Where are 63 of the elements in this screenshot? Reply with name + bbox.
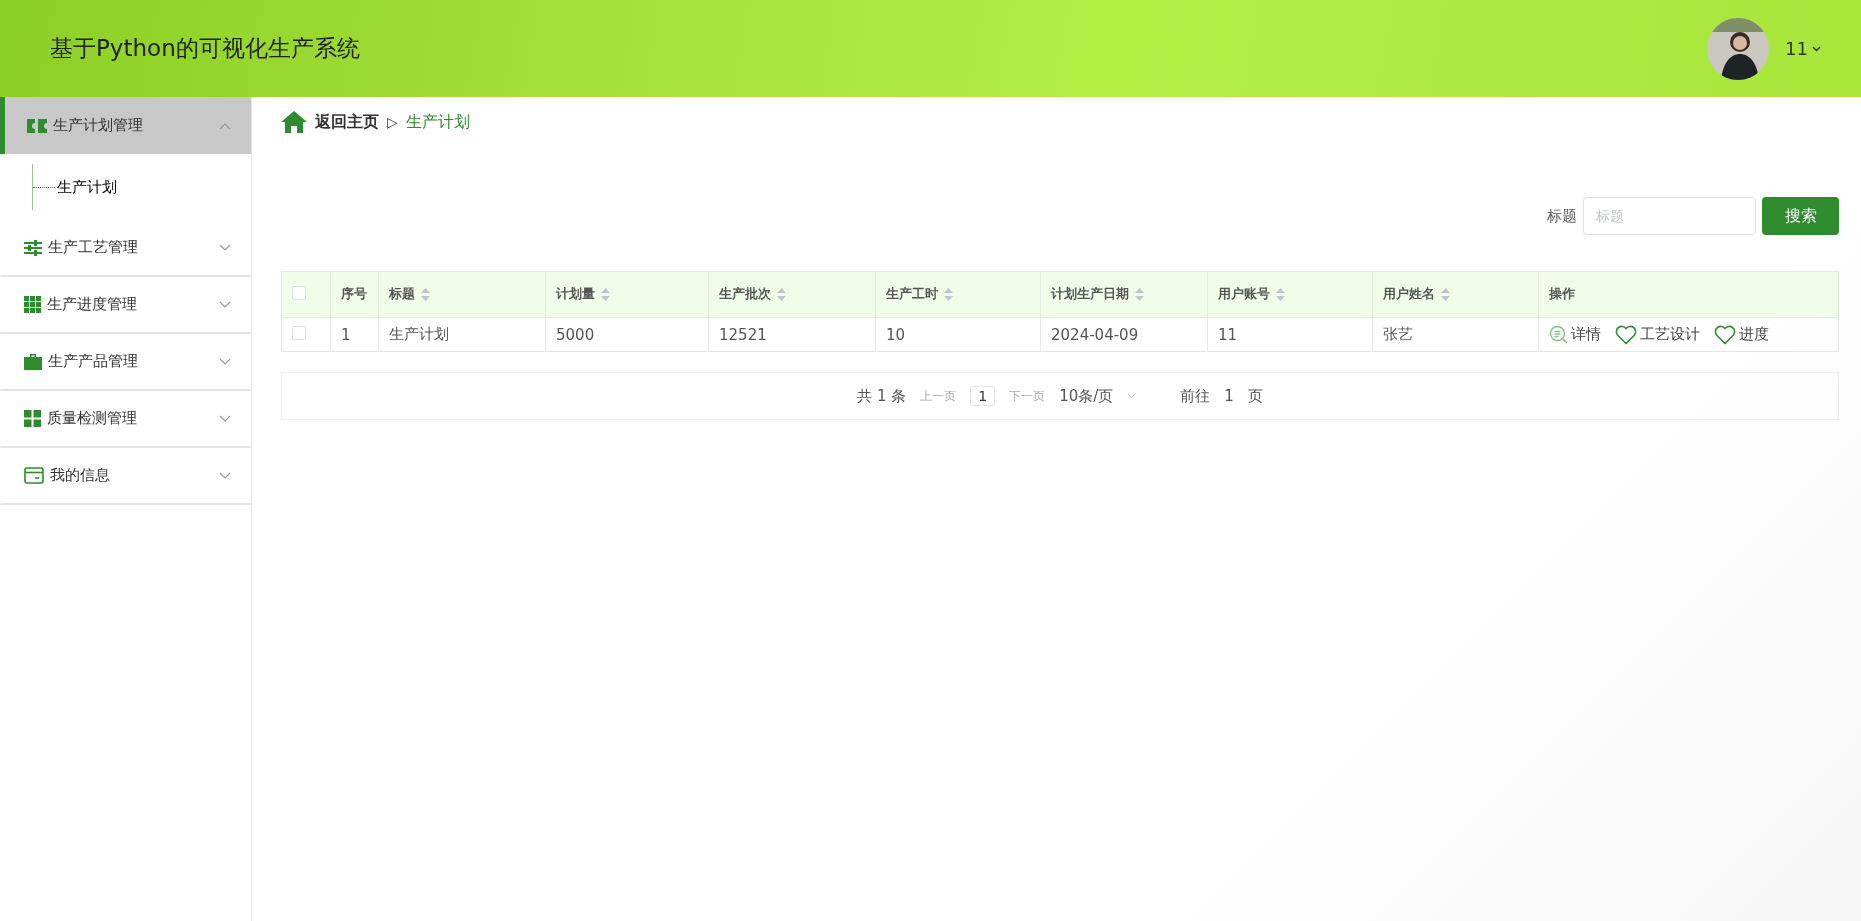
action-link[interactable]: 进度 <box>1714 324 1769 345</box>
home-icon[interactable] <box>281 111 307 133</box>
action-link[interactable]: 工艺设计 <box>1615 324 1700 345</box>
total-count: 共 1 条 <box>857 386 907 406</box>
sort-icon[interactable] <box>777 288 786 301</box>
search-button[interactable]: 搜索 <box>1762 197 1839 235</box>
sort-icon[interactable] <box>1135 288 1144 301</box>
table-cell: 2024-04-09 <box>1051 325 1139 344</box>
column-header: 操作 <box>1549 286 1575 303</box>
column-header: 生产批次 <box>719 286 771 303</box>
column-header: 标题 <box>389 286 415 303</box>
search-label: 标题 <box>1547 206 1577 226</box>
card-icon <box>24 467 44 484</box>
sort-icon[interactable] <box>1276 288 1285 301</box>
table-cell: 10 <box>886 325 906 344</box>
app-title: 基于Python的可视化生产系统 <box>50 34 360 63</box>
chevron-down-icon <box>1812 45 1821 52</box>
grid-icon <box>24 410 41 427</box>
chevron-up-icon <box>219 121 231 130</box>
submenu-item[interactable]: 生产计划 <box>57 177 117 197</box>
breadcrumb-separator: ▷ <box>387 114 398 130</box>
row-checkbox[interactable] <box>292 325 306 340</box>
search-list-icon <box>1549 325 1568 344</box>
ticket-icon <box>27 118 47 133</box>
column-header: 计划量 <box>556 286 595 303</box>
grid-icon <box>24 296 41 313</box>
chevron-down-icon <box>219 300 231 309</box>
chevron-down-icon <box>219 243 231 252</box>
briefcase-icon <box>24 353 42 370</box>
heart-icon <box>1714 324 1736 345</box>
sort-icon[interactable] <box>944 288 953 301</box>
column-header: 计划生产日期 <box>1051 286 1129 303</box>
column-header: 用户账号 <box>1218 286 1270 303</box>
breadcrumb-current: 生产计划 <box>405 111 470 133</box>
table-cell: 11 <box>1218 325 1238 344</box>
menu-item[interactable]: 生产计划管理 <box>0 97 251 154</box>
sort-icon[interactable] <box>421 288 430 301</box>
user-menu[interactable]: 11 <box>1785 38 1821 59</box>
column-header: 生产工时 <box>886 286 938 303</box>
sort-icon[interactable] <box>601 288 610 301</box>
table-cell: 张艺 <box>1383 325 1413 343</box>
table-cell: 1 <box>341 325 351 344</box>
chevron-down-icon <box>219 357 231 366</box>
sliders-icon <box>24 239 42 256</box>
column-header: 用户姓名 <box>1383 286 1435 303</box>
column-header: 序号 <box>341 286 367 303</box>
page-size-select[interactable]: 10条/页 <box>1059 386 1137 406</box>
goto-page-field[interactable]: 1 <box>1224 387 1234 405</box>
page-suffix: 页 <box>1247 386 1263 406</box>
search-field[interactable]: 标题 <box>1583 197 1756 235</box>
table-cell: 12521 <box>719 325 767 344</box>
page-number[interactable]: 1 <box>970 386 996 406</box>
sort-icon[interactable] <box>1441 288 1450 301</box>
chevron-down-icon <box>219 471 231 480</box>
select-all-checkbox[interactable] <box>292 286 306 300</box>
table-cell: 5000 <box>556 325 595 344</box>
home-link[interactable]: 返回主页 <box>315 111 379 133</box>
action-link[interactable]: 详情 <box>1549 325 1601 344</box>
goto-label: 前往 <box>1180 386 1211 406</box>
heart-icon <box>1615 324 1637 345</box>
chevron-down-icon <box>1127 393 1137 399</box>
table-cell: 生产计划 <box>389 325 449 343</box>
chevron-down-icon <box>219 414 231 423</box>
